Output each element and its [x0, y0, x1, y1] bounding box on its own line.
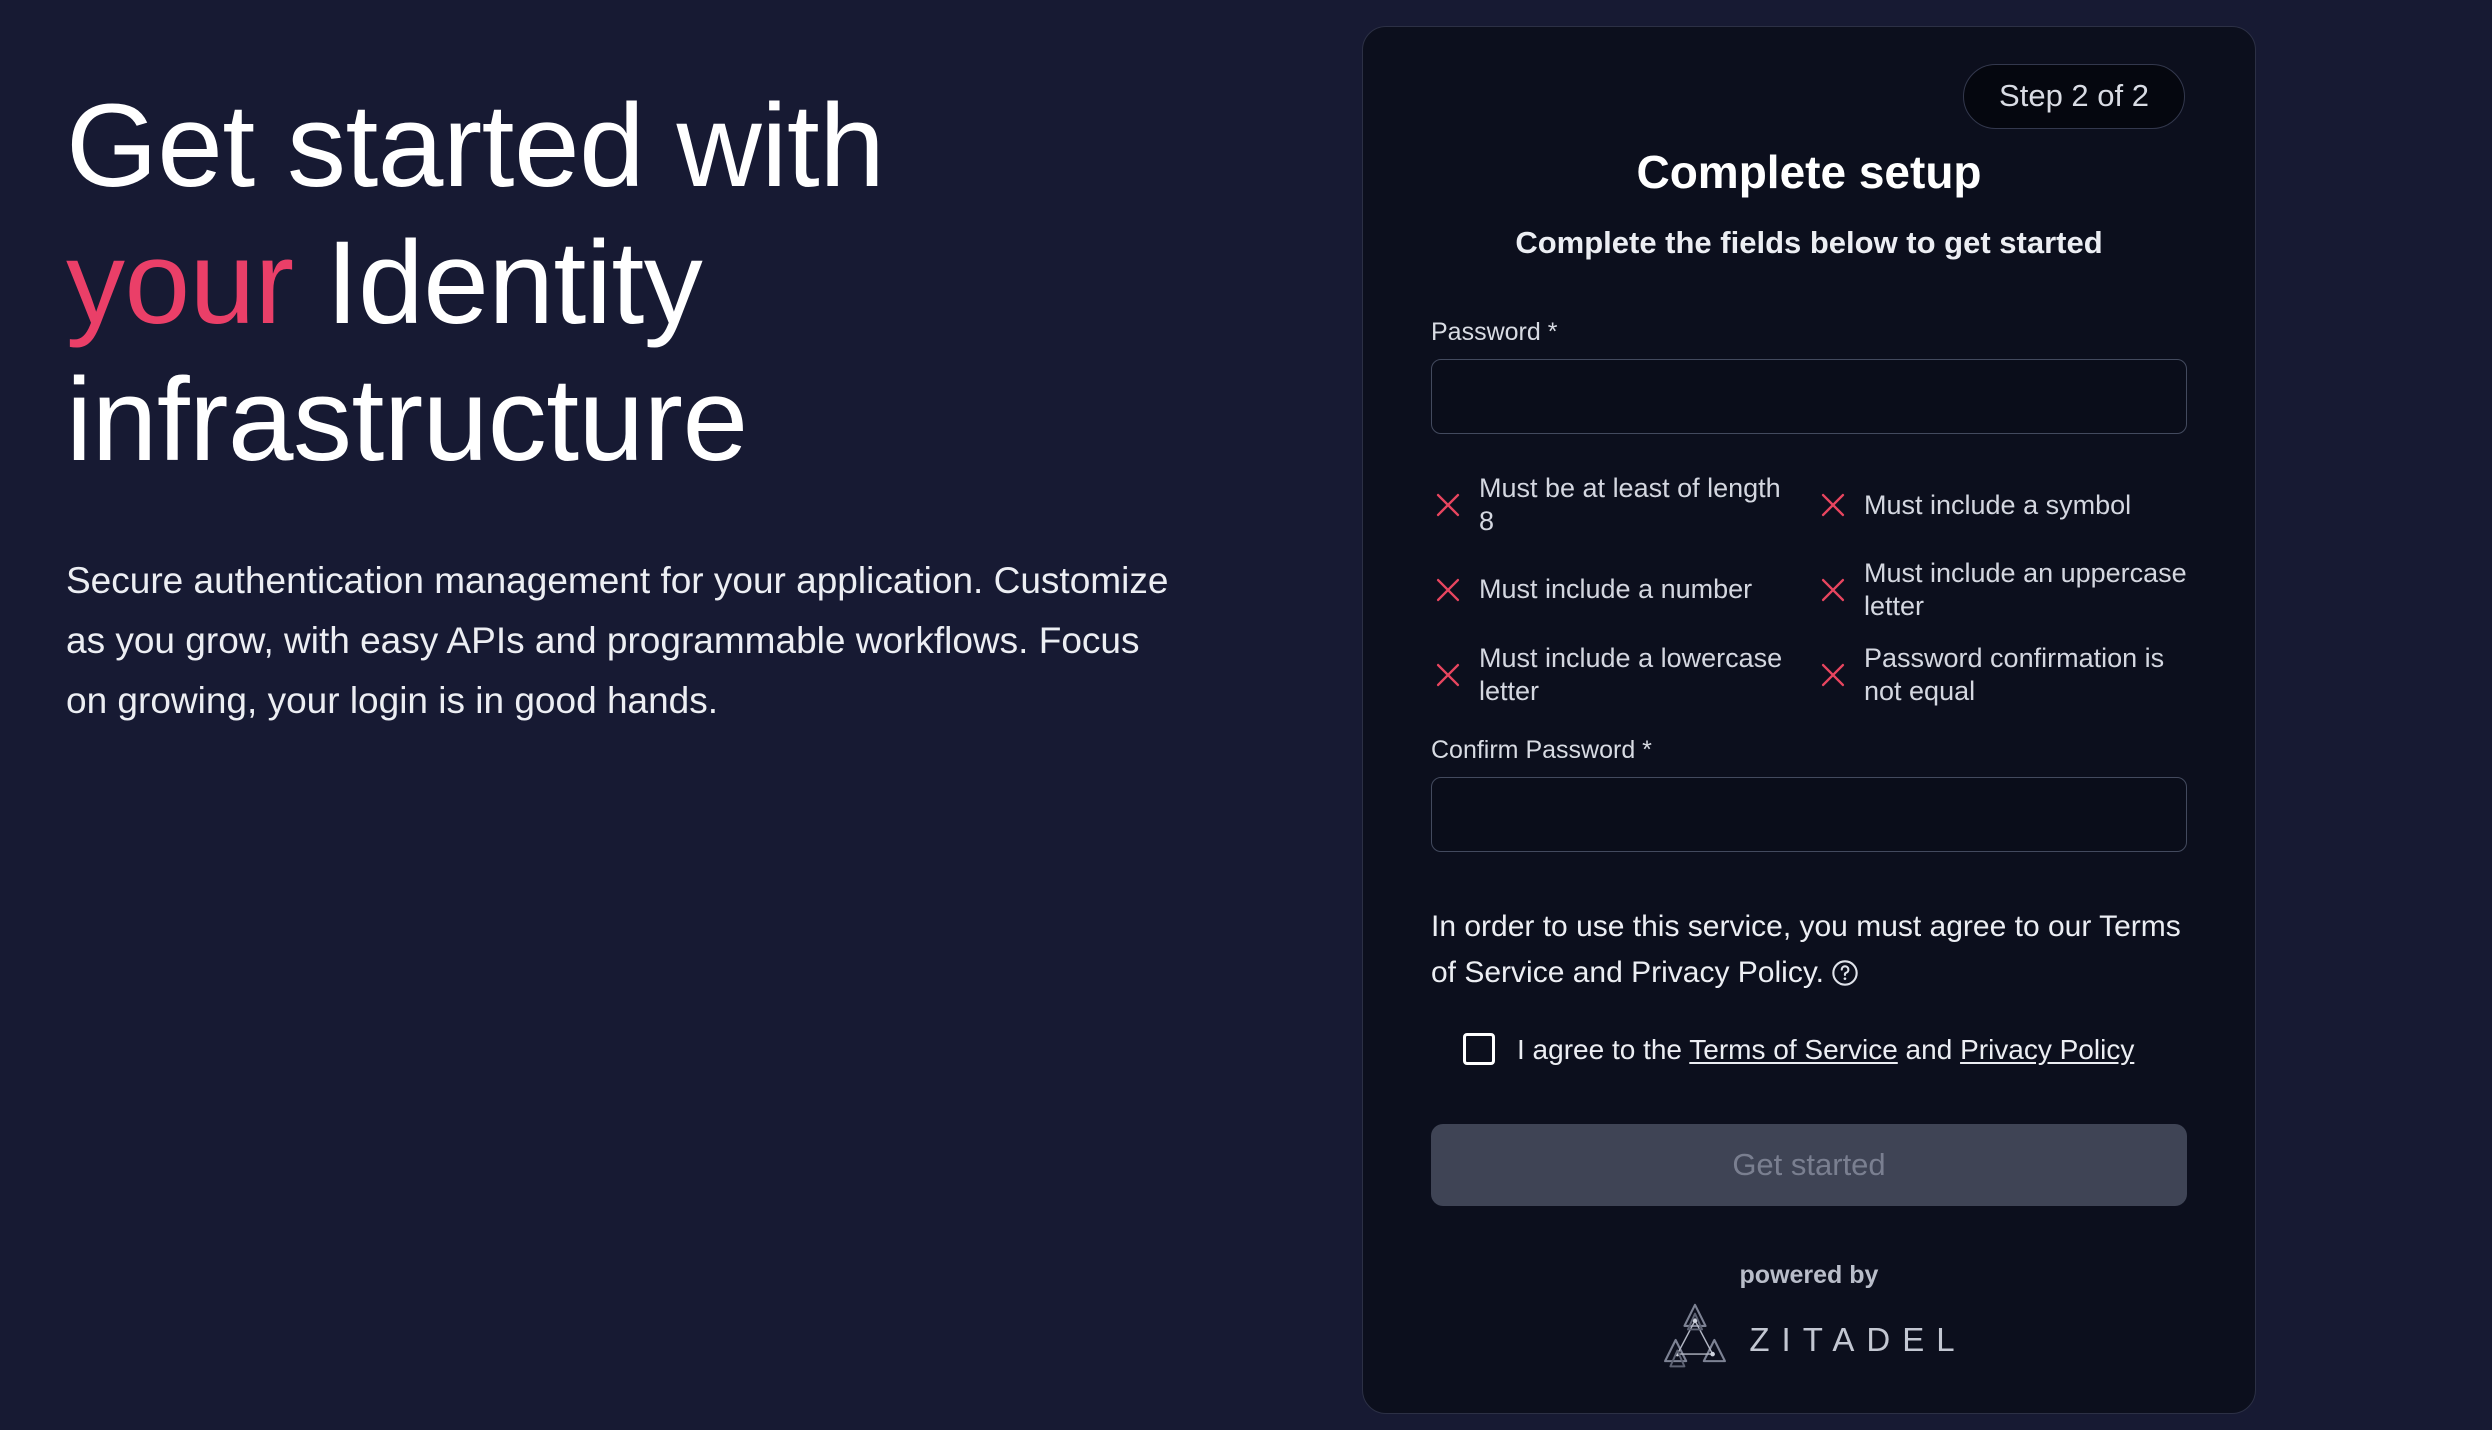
hero-subtitle: Secure authentication management for you…: [66, 551, 1176, 731]
agree-middle: and: [1898, 1034, 1960, 1065]
agree-label: I agree to the Terms of Service and Priv…: [1517, 1033, 2134, 1067]
hero-section: Get started with your Identity infrastru…: [0, 0, 1360, 730]
requirement-item: Must include a number: [1431, 557, 1802, 623]
setup-card: Step 2 of 2 Complete setup Complete the …: [1362, 26, 2256, 1414]
x-icon: [1431, 488, 1465, 522]
page-title-accent: your: [66, 217, 294, 349]
page-title: Get started with your Identity infrastru…: [66, 78, 1126, 489]
requirement-item: Must include a lowercase letter: [1431, 642, 1802, 709]
x-icon: [1816, 488, 1850, 522]
requirement-label: Must include an uppercase letter: [1864, 557, 2187, 624]
x-icon: [1431, 658, 1465, 692]
card-title: Complete setup: [1431, 147, 2187, 198]
help-circle-icon[interactable]: [1831, 959, 1859, 987]
powered-by-label: powered by: [1431, 1260, 2187, 1290]
card-footer: powered by: [1431, 1260, 2187, 1384]
agree-prefix: I agree to the: [1517, 1034, 1689, 1065]
agree-checkbox[interactable]: [1463, 1033, 1495, 1065]
requirement-item: Must be at least of length 8: [1431, 472, 1802, 539]
terms-of-service-link[interactable]: Terms of Service: [1689, 1034, 1898, 1065]
password-field-group: Password *: [1431, 317, 2187, 434]
password-requirements-list: Must be at least of length 8 Must includ…: [1431, 472, 2187, 709]
terms-paragraph-text: In order to use this service, you must a…: [1431, 910, 2181, 990]
zitadel-logo-icon: [1651, 1296, 1739, 1384]
requirement-label: Must include a symbol: [1864, 489, 2131, 522]
requirement-item: Must include a symbol: [1816, 472, 2187, 538]
x-icon: [1816, 658, 1850, 692]
page-title-part1: Get started with: [66, 80, 884, 212]
requirement-label: Must include a lowercase letter: [1479, 642, 1802, 709]
confirm-password-field-group: Confirm Password *: [1431, 735, 2187, 852]
password-label: Password *: [1431, 317, 2187, 347]
requirement-label: Password confirmation is not equal: [1864, 642, 2187, 709]
x-icon: [1431, 573, 1465, 607]
confirm-password-label: Confirm Password *: [1431, 735, 2187, 765]
brand-lockup: ZITADEL: [1431, 1296, 2187, 1384]
privacy-policy-link[interactable]: Privacy Policy: [1960, 1034, 2134, 1065]
step-badge-row: Step 2 of 2: [1431, 27, 2187, 129]
requirement-label: Must be at least of length 8: [1479, 472, 1802, 539]
confirm-password-input[interactable]: [1431, 777, 2187, 852]
requirement-item: Password confirmation is not equal: [1816, 642, 2187, 709]
signup-page: Get started with your Identity infrastru…: [0, 0, 2492, 1430]
terms-paragraph: In order to use this service, you must a…: [1431, 904, 2187, 997]
brand-wordmark: ZITADEL: [1743, 1321, 1966, 1359]
x-icon: [1816, 573, 1850, 607]
agree-row: I agree to the Terms of Service and Priv…: [1431, 1033, 2187, 1067]
step-badge: Step 2 of 2: [1963, 64, 2185, 129]
password-input[interactable]: [1431, 359, 2187, 434]
requirement-item: Must include an uppercase letter: [1816, 557, 2187, 624]
card-subtitle: Complete the fields below to get started: [1431, 224, 2187, 261]
requirement-label: Must include a number: [1479, 573, 1752, 606]
get-started-button[interactable]: Get started: [1431, 1124, 2187, 1206]
